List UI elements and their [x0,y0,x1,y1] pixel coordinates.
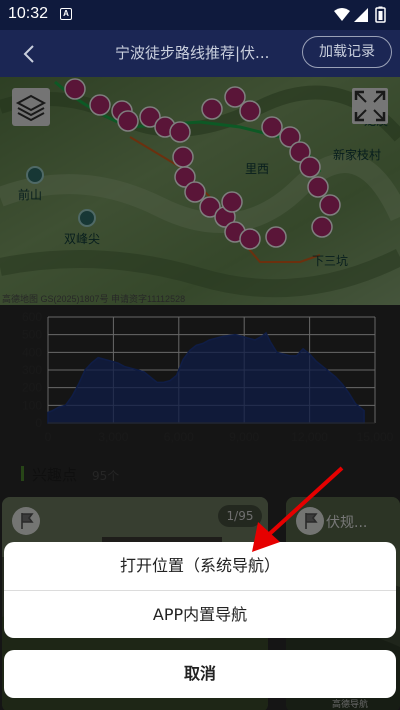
back-icon[interactable] [16,40,44,68]
page-title: 宁波徒步路线推荐|伏... [115,44,270,62]
status-icons [334,6,386,23]
load-record-button[interactable]: 加载记录 [302,36,392,68]
notification-icon: A [60,8,72,20]
wifi-icon [334,8,350,21]
cancel-button[interactable]: 取消 [4,650,396,698]
app-builtin-navigation-option[interactable]: APP内置导航 [4,590,396,638]
signal-icon [354,8,368,22]
status-time: 10:32 [8,5,49,22]
app-header: 宁波徒步路线推荐|伏... 加载记录 [0,30,400,77]
annotation-arrow-icon [252,466,344,552]
status-bar: 10:32 A [0,0,400,30]
